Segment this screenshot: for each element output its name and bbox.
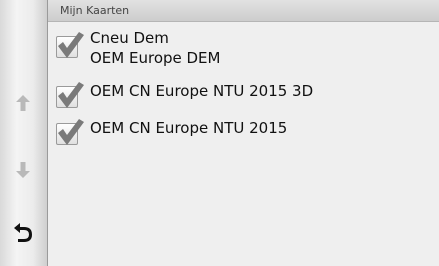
map-name-line-2: OEM Europe DEM [90,49,221,67]
map-name-line-1: OEM CN Europe NTU 2015 [90,119,288,137]
map-selection-screen: Mijn Kaarten Cneu Dem OEM Europe DEM OEM… [0,0,439,266]
map-name: OEM CN Europe NTU 2015 [90,115,287,138]
checkmark-icon [58,119,84,145]
map-list-item[interactable]: OEM CN Europe NTU 2015 [54,115,434,145]
arrow-up-icon [16,95,30,111]
map-list-item[interactable]: OEM CN Europe NTU 2015 3D [54,78,434,108]
header-bar: Mijn Kaarten [48,0,439,22]
back-arrow-icon [14,223,32,242]
arrow-down-icon [16,162,30,178]
map-list-item[interactable]: Cneu Dem OEM Europe DEM [54,28,434,68]
map-name-line-1: Cneu Dem [90,29,169,47]
scroll-up-button[interactable] [0,83,46,123]
map-name: OEM CN Europe NTU 2015 3D [90,78,313,101]
map-checkbox[interactable] [54,78,84,108]
map-checkbox[interactable] [54,115,84,145]
map-checkbox[interactable] [54,28,84,58]
page-title: Mijn Kaarten [60,4,130,17]
back-button[interactable] [0,212,46,252]
map-name: Cneu Dem OEM Europe DEM [90,28,220,68]
map-name-line-1: OEM CN Europe NTU 2015 3D [90,82,314,100]
checkmark-icon [58,32,84,58]
side-nav-bar [0,0,48,266]
checkmark-icon [58,82,84,108]
scroll-down-button[interactable] [0,150,46,190]
